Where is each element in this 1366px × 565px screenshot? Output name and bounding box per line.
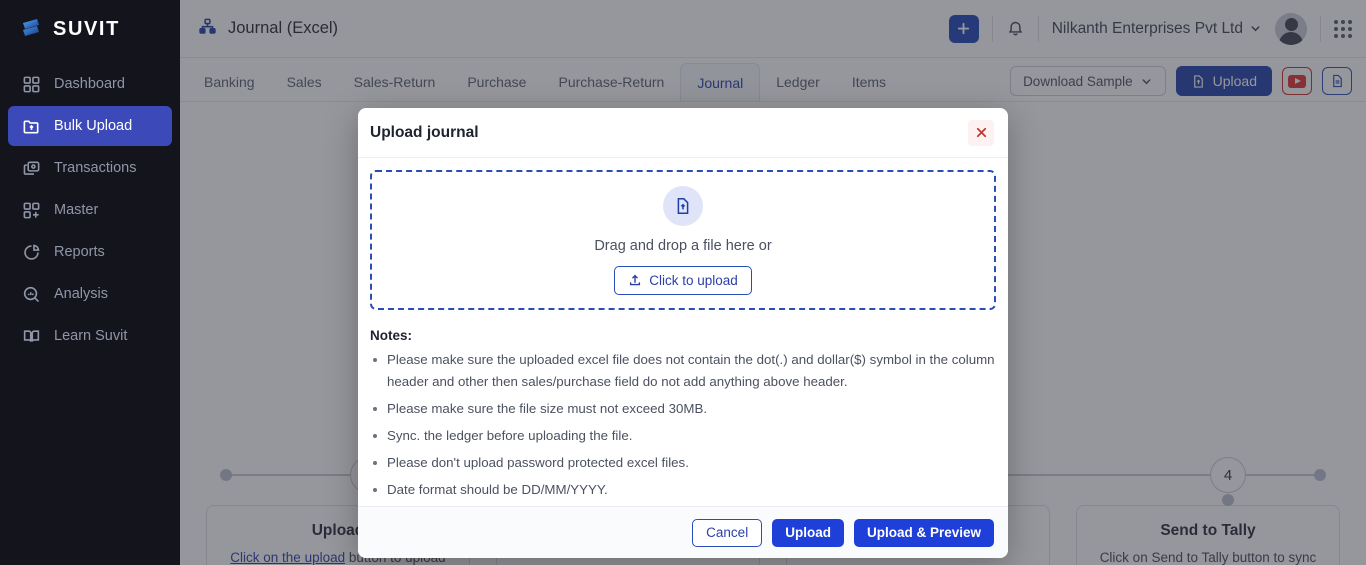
dashboard-grid-icon xyxy=(22,75,41,94)
sidebar-item-label: Bulk Upload xyxy=(54,118,133,134)
note-item: Please make sure the file size must not … xyxy=(370,398,996,420)
note-item: Sync. the ledger before uploading the fi… xyxy=(370,425,996,447)
modal-body: Drag and drop a file here or Click to up… xyxy=(358,158,1008,506)
transactions-icon xyxy=(22,159,41,178)
sidebar-item-label: Transactions xyxy=(54,160,137,176)
file-upload-icon xyxy=(663,185,703,226)
sidebar-item-label: Analysis xyxy=(54,286,108,302)
notes-list: Please make sure the uploaded excel file… xyxy=(370,349,996,501)
sidebar-nav: Dashboard Bulk Upload Transactions Maste… xyxy=(0,64,180,356)
brand-name: SUVIT xyxy=(53,17,120,40)
file-dropzone[interactable]: Drag and drop a file here or Click to up… xyxy=(370,170,996,310)
upload-and-preview-button[interactable]: Upload & Preview xyxy=(853,518,994,547)
click-to-upload-label: Click to upload xyxy=(649,272,738,288)
modal-upload-button[interactable]: Upload xyxy=(772,518,844,547)
modal-footer: Cancel Upload Upload & Preview xyxy=(358,506,1008,558)
sidebar-item-label: Dashboard xyxy=(54,76,125,92)
sidebar-item-master[interactable]: Master xyxy=(8,190,172,230)
note-item: Please make sure the uploaded excel file… xyxy=(370,349,996,393)
modal-header: Upload journal xyxy=(358,108,1008,158)
analysis-magnifier-icon xyxy=(22,285,41,304)
note-item: Date format should be DD/MM/YYYY. xyxy=(370,479,996,501)
folder-upload-icon xyxy=(22,117,41,136)
sidebar-item-analysis[interactable]: Analysis xyxy=(8,274,172,314)
book-icon xyxy=(22,327,41,346)
sidebar-item-bulk-upload[interactable]: Bulk Upload xyxy=(8,106,172,146)
upload-arrow-icon xyxy=(630,274,641,286)
sidebar-item-label: Learn Suvit xyxy=(54,328,128,344)
sidebar-item-dashboard[interactable]: Dashboard xyxy=(8,64,172,104)
notes-title: Notes: xyxy=(370,328,413,343)
cancel-button[interactable]: Cancel xyxy=(692,518,763,547)
app-root: SUVIT Dashboard Bulk Upload Transactions xyxy=(0,0,1366,565)
modal-title: Upload journal xyxy=(370,123,479,141)
close-icon[interactable] xyxy=(968,119,994,146)
suvit-logo-icon xyxy=(18,16,44,42)
sidebar: SUVIT Dashboard Bulk Upload Transactions xyxy=(0,0,180,565)
sidebar-item-learn-suvit[interactable]: Learn Suvit xyxy=(8,316,172,356)
upload-journal-modal: Upload journal Drag and drop a file here… xyxy=(358,108,1008,558)
pie-chart-icon xyxy=(22,243,41,262)
sidebar-item-label: Reports xyxy=(54,244,105,260)
sidebar-item-transactions[interactable]: Transactions xyxy=(8,148,172,188)
sidebar-item-label: Master xyxy=(54,202,99,218)
click-to-upload-button[interactable]: Click to upload xyxy=(614,265,752,295)
sidebar-item-reports[interactable]: Reports xyxy=(8,232,172,272)
master-grid-plus-icon xyxy=(22,201,41,220)
dropzone-text: Drag and drop a file here or xyxy=(594,237,772,254)
note-item: Please don't upload password protected e… xyxy=(370,452,996,474)
brand[interactable]: SUVIT xyxy=(0,0,180,58)
